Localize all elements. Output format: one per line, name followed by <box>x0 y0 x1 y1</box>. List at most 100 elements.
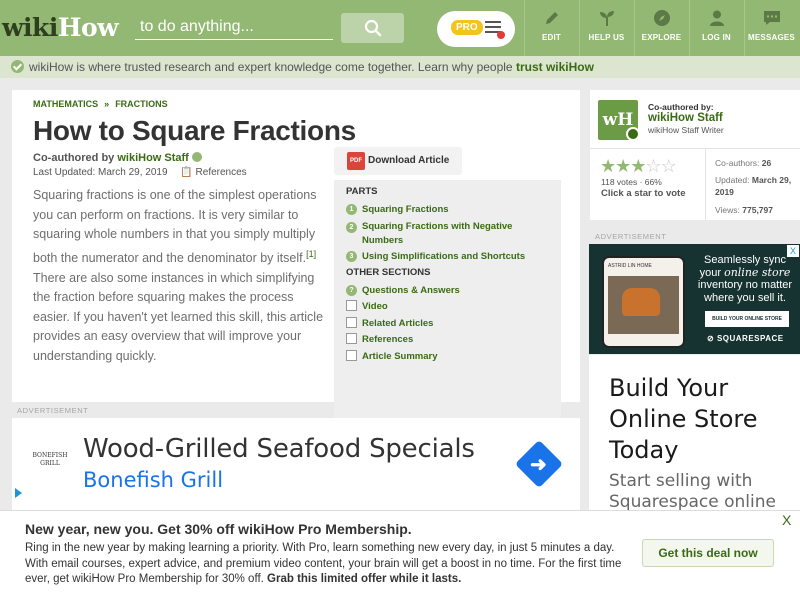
ad-copy: Seamlessly sync your online store invent… <box>693 254 797 304</box>
intro-text-2: There are also some instances in which s… <box>33 270 324 363</box>
author-link[interactable]: wikiHow Staff <box>117 152 189 164</box>
squarespace-ad[interactable]: ASTRID LIN HOME Seamlessly sync your onl… <box>589 244 800 354</box>
adchoices-icon[interactable] <box>15 488 22 498</box>
toc-item-label: References <box>362 334 414 345</box>
nav-messages[interactable]: MESSAGES <box>744 0 798 56</box>
toc-item-label: Questions & Answers <box>362 285 460 296</box>
ad-close-button[interactable]: X <box>787 245 799 257</box>
intro-paragraph: Squaring fractions is one of the simples… <box>33 186 331 367</box>
ad-headline: Build Your Online Store Today <box>609 374 758 464</box>
nav-log-in[interactable]: LOG IN <box>689 0 743 56</box>
ad-subline: Start selling with Squarespace online <box>609 471 776 512</box>
last-updated-text: Last Updated: March 29, 2019 <box>33 167 168 178</box>
toc-part-3[interactable]: 3 Using Simplifications and Shortcuts <box>346 250 525 264</box>
star-icon[interactable]: ☆ <box>661 156 677 176</box>
coauthored-label: Co-authored by <box>33 152 115 164</box>
toc-part-1[interactable]: 1 Squaring Fractions <box>346 203 449 217</box>
sidebox-author-name[interactable]: wikiHow Staff <box>648 112 723 124</box>
promo-body: Ring in the new year by making learning … <box>25 541 635 588</box>
nav-explore[interactable]: EXPLORE <box>634 0 688 56</box>
check-circle-icon <box>11 60 24 73</box>
star-icon[interactable]: ★ <box>630 156 646 176</box>
toc-part-label: Squaring Fractions with Negative Numbers <box>362 221 513 246</box>
toc-article-summary[interactable]: Article Summary <box>346 350 438 365</box>
toc-part-label: Using Simplifications and Shortcuts <box>362 251 526 262</box>
star-icon[interactable]: ★ <box>600 156 616 176</box>
wikihow-logo[interactable]: wikiHow <box>2 13 119 42</box>
advertisement-label: ADVERTISEMENT <box>595 232 667 241</box>
search-button[interactable] <box>341 13 404 43</box>
toc-video[interactable]: Video <box>346 300 388 315</box>
search-icon <box>364 19 381 37</box>
verified-badge-icon <box>626 127 640 141</box>
sprout-icon <box>599 11 614 26</box>
arrow-right-icon: ➜ <box>530 454 547 476</box>
part-number-badge: 3 <box>346 251 357 262</box>
close-banner-button[interactable]: X <box>782 512 791 528</box>
references-label: References <box>195 167 247 178</box>
pencil-icon <box>545 12 558 24</box>
breadcrumb-fractions[interactable]: FRACTIONS <box>115 99 168 109</box>
divider <box>590 148 800 149</box>
ad-headline: Wood-Grilled Seafood Specials <box>83 434 475 464</box>
download-article-button[interactable]: PDF Download Article <box>334 147 462 175</box>
user-icon <box>709 10 724 26</box>
download-label: Download Article <box>368 155 450 166</box>
toc-other-heading: OTHER SECTIONS <box>346 267 431 278</box>
trust-bar: wikiHow is where trusted research and ex… <box>0 56 800 78</box>
nav-help-us-label: HELP US <box>588 33 625 42</box>
logo-part-wiki: wiki <box>2 13 58 42</box>
breadcrumb-mathematics[interactable]: MATHEMATICS <box>33 99 98 109</box>
coauthors-label: Co-authors: <box>715 158 760 168</box>
get-deal-button[interactable]: Get this deal now <box>642 539 774 567</box>
nav-edit[interactable]: EDIT <box>524 0 578 56</box>
updated-label: Updated: <box>715 175 750 185</box>
vote-prompt: Click a star to vote <box>601 188 686 199</box>
divider <box>705 148 706 220</box>
video-icon <box>346 300 357 311</box>
seafood-ad[interactable]: BONEFISH GRILL Wood-Grilled Seafood Spec… <box>12 418 580 510</box>
promo-heading: New year, new you. Get 30% off wikiHow P… <box>25 521 412 537</box>
ad-copy-2: inventory no matter where you sell it. <box>697 279 793 304</box>
toc-item-label: Video <box>362 301 388 312</box>
pro-promo-banner: New year, new you. Get 30% off wikiHow P… <box>0 510 800 600</box>
star-icon[interactable]: ★ <box>615 156 631 176</box>
sidebox-author-role: wikiHow Staff Writer <box>648 125 724 135</box>
summary-icon <box>346 350 357 361</box>
promo-body-bold: Grab this limited offer while it lasts. <box>267 573 462 585</box>
star-icon[interactable]: ☆ <box>645 156 661 176</box>
toc-item-label: Article Summary <box>362 351 438 362</box>
nav-edit-label: EDIT <box>541 33 562 42</box>
toc-part-2[interactable]: 2 Squaring Fractions with Negative Number… <box>346 220 547 248</box>
toc-questions[interactable]: ? Questions & Answers <box>346 284 460 298</box>
squarespace-text-ad[interactable]: Build Your Online Store Today Start sell… <box>589 355 800 515</box>
nav-messages-label: MESSAGES <box>748 33 795 42</box>
nav-help-us[interactable]: HELP US <box>579 0 633 56</box>
toc-related-articles[interactable]: Related Articles <box>346 317 433 332</box>
chat-icon <box>763 11 780 25</box>
votes-count: 118 votes · 66% <box>601 177 662 187</box>
ad-cta-button[interactable]: BUILD YOUR ONLINE STORE <box>705 311 789 327</box>
star-rating[interactable]: ★★★☆☆ <box>600 156 677 177</box>
intro-text-1: Squaring fractions is one of the simples… <box>33 188 317 265</box>
pro-menu-button[interactable]: PRO <box>437 11 515 47</box>
references-icon <box>346 333 357 344</box>
nav-explore-label: EXPLORE <box>641 33 682 42</box>
page-title: How to Square Fractions <box>33 115 356 146</box>
toc-references[interactable]: References <box>346 333 413 348</box>
trust-text: wikiHow is where trusted research and ex… <box>29 60 594 74</box>
part-number-badge: 2 <box>346 222 357 233</box>
chair-image <box>622 288 660 316</box>
toc-part-label: Squaring Fractions <box>362 204 449 215</box>
coauthor-line: Co-authored by wikiHow Staff <box>33 152 202 164</box>
views-count: Views: 775,797 <box>715 204 773 216</box>
pro-badge: PRO <box>451 20 483 35</box>
citation-link[interactable]: [1] <box>306 249 316 259</box>
breadcrumb: MATHEMATICS » FRACTIONS <box>33 99 168 109</box>
references-link[interactable]: 📋 References <box>180 167 246 178</box>
article-card: MATHEMATICS » FRACTIONS How to Square Frac… <box>12 90 580 469</box>
notification-dot <box>497 31 505 39</box>
coauthors-value: 26 <box>761 158 772 168</box>
search-input[interactable] <box>135 14 333 40</box>
trust-link[interactable]: trust wikiHow <box>516 60 594 74</box>
